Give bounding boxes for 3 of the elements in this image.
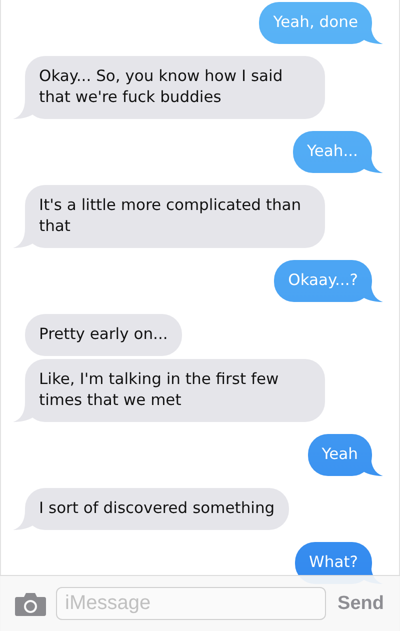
- message-input[interactable]: iMessage: [56, 587, 326, 620]
- send-button[interactable]: Send: [336, 592, 386, 614]
- camera-icon[interactable]: [15, 592, 46, 616]
